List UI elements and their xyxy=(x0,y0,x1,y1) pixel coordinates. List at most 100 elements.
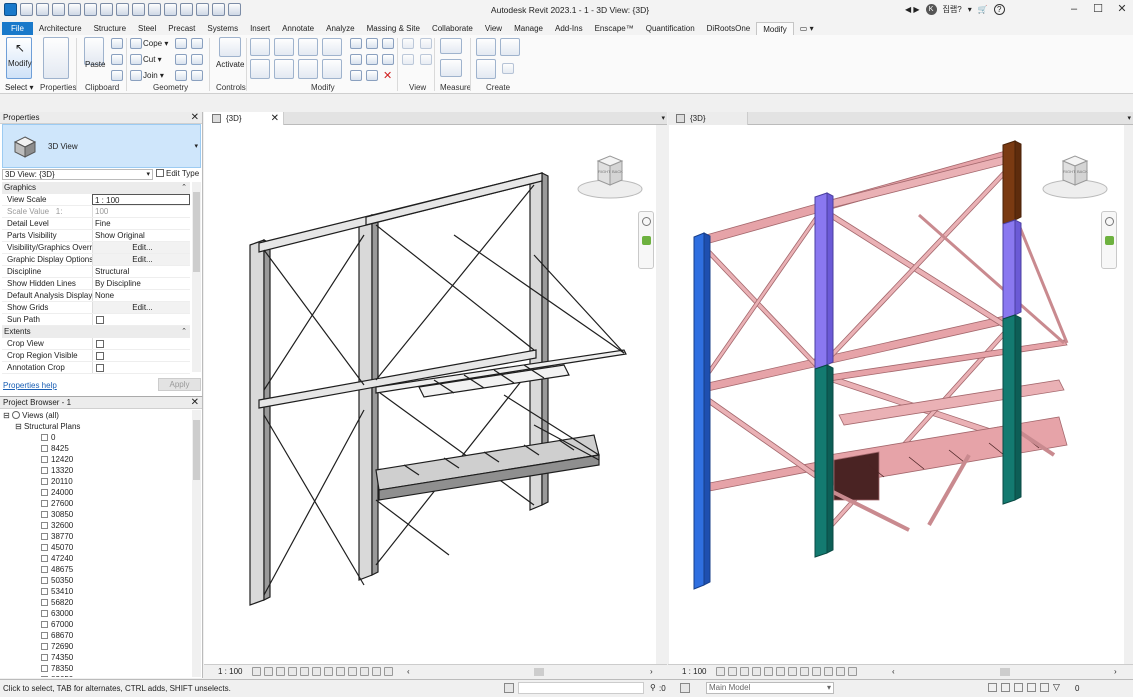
pin-icon[interactable] xyxy=(382,38,394,49)
render-icon[interactable] xyxy=(764,667,773,676)
cube-right-face[interactable]: RIGHT xyxy=(598,169,610,174)
offset-button[interactable] xyxy=(274,38,294,56)
tab-systems[interactable]: Systems xyxy=(201,22,244,35)
select-dropdown[interactable]: Select ▾ xyxy=(5,83,33,92)
zoom-icon[interactable] xyxy=(642,236,651,245)
thin-lines-icon[interactable] xyxy=(180,3,193,16)
properties-help-link[interactable]: Properties help xyxy=(3,381,57,390)
edit-type-button[interactable]: Edit Type xyxy=(156,169,199,178)
view-cube[interactable]: RIGHT BACK xyxy=(576,153,644,201)
tree-node-level[interactable]: 32600 xyxy=(0,520,192,531)
group-graphics[interactable]: Graphics ⌃ xyxy=(2,182,190,194)
analytical-icon[interactable] xyxy=(848,667,857,676)
chevron-down-icon[interactable]: ▾ xyxy=(968,5,972,14)
minimize-icon[interactable]: – xyxy=(1067,2,1081,16)
text-icon[interactable] xyxy=(132,3,145,16)
tree-node-level[interactable]: 83650 xyxy=(0,674,192,677)
crop-icon[interactable] xyxy=(776,667,785,676)
instance-selector[interactable]: 3D View: {3D} ▾ xyxy=(2,169,153,180)
select-pinned-icon[interactable] xyxy=(1014,683,1023,692)
properties-button[interactable] xyxy=(43,37,69,79)
tree-node-level[interactable]: 47240 xyxy=(0,553,192,564)
lock-view-icon[interactable] xyxy=(336,667,345,676)
geometry-tool-1-icon[interactable] xyxy=(175,38,187,49)
reveal-hidden-icon[interactable] xyxy=(824,667,833,676)
scroll-left-icon[interactable]: ‹ xyxy=(407,665,410,678)
viewport-left-vscroll[interactable] xyxy=(656,125,665,664)
cope-button[interactable]: Cope ▾ xyxy=(143,39,168,48)
tab-3d-left[interactable]: {3D} ✕ xyxy=(204,112,284,125)
create-assembly-icon[interactable] xyxy=(502,63,514,74)
array-icon[interactable] xyxy=(350,54,362,65)
detail-level-icon[interactable] xyxy=(716,667,725,676)
trim-icon[interactable] xyxy=(350,70,362,81)
tab-quantification[interactable]: Quantification xyxy=(640,22,701,35)
worksharing-icon[interactable] xyxy=(836,667,845,676)
rotate-button[interactable] xyxy=(298,59,318,79)
geometry-tool-5-icon[interactable] xyxy=(175,70,187,81)
view-scale-label[interactable]: 1 : 100 xyxy=(682,665,706,678)
tree-node-level[interactable]: 30850 xyxy=(0,509,192,520)
sync-icon[interactable] xyxy=(52,3,65,16)
join-button[interactable]: Join ▾ xyxy=(143,71,164,80)
worksharing-icon[interactable] xyxy=(372,667,381,676)
chevron-down-icon[interactable]: ▾ xyxy=(194,142,198,150)
temp-hide-icon[interactable] xyxy=(348,667,357,676)
select-underlay-icon[interactable] xyxy=(1001,683,1010,692)
visual-style-icon[interactable] xyxy=(264,667,273,676)
crop-region-checkbox[interactable] xyxy=(96,352,104,360)
filter-icon[interactable]: ▽ xyxy=(1053,683,1060,692)
measure-icon[interactable] xyxy=(116,3,129,16)
tab-enscape[interactable]: Enscape™ xyxy=(589,22,640,35)
shadows-icon[interactable] xyxy=(752,667,761,676)
select-links-icon[interactable] xyxy=(988,683,997,692)
hscroll-thumb[interactable] xyxy=(1000,668,1010,676)
create-similar-button[interactable] xyxy=(500,38,520,56)
steering-wheel-icon[interactable] xyxy=(642,217,651,226)
tab-massing-site[interactable]: Massing & Site xyxy=(361,22,426,35)
tab-view[interactable]: View xyxy=(479,22,508,35)
render-icon[interactable] xyxy=(300,667,309,676)
tab-architecture[interactable]: Architecture xyxy=(33,22,88,35)
copy-button[interactable] xyxy=(274,59,294,79)
cube-back-face[interactable]: BACK xyxy=(612,169,623,174)
trim-extend-button[interactable] xyxy=(322,59,342,79)
cart-icon[interactable]: 🛒 xyxy=(978,5,988,14)
close-icon[interactable]: ✕ xyxy=(191,397,199,409)
viewport-left[interactable]: RIGHT BACK xyxy=(204,125,656,664)
tab-dirootsone[interactable]: DiRootsOne xyxy=(701,22,757,35)
tree-node-level[interactable]: 72690 xyxy=(0,641,192,652)
delete-icon[interactable]: ✕ xyxy=(383,69,392,82)
maximize-icon[interactable]: ☐ xyxy=(1091,2,1105,16)
collapse-minus-icon[interactable]: ⊟ xyxy=(3,411,10,420)
tree-node-level[interactable]: 12420 xyxy=(0,454,192,465)
scroll-left-icon[interactable]: ‹ xyxy=(892,665,895,678)
context-toggle-icon[interactable]: ▭ ▾ xyxy=(794,22,820,35)
override-graphics-icon[interactable] xyxy=(402,38,414,49)
scroll-right-icon[interactable]: › xyxy=(650,665,653,678)
redo-icon[interactable] xyxy=(84,3,97,16)
tree-node-level[interactable]: 24000 xyxy=(0,487,192,498)
lock-view-icon[interactable] xyxy=(800,667,809,676)
tab-precast[interactable]: Precast xyxy=(162,22,201,35)
navigation-bar[interactable] xyxy=(638,211,654,269)
tab-manage[interactable]: Manage xyxy=(508,22,549,35)
tree-node-level[interactable]: 53410 xyxy=(0,586,192,597)
geometry-tool-3-icon[interactable] xyxy=(175,54,187,65)
close-icon[interactable]: ✕ xyxy=(1115,2,1129,16)
tree-node-level[interactable]: 13320 xyxy=(0,465,192,476)
collapse-minus-icon[interactable]: ⊟ xyxy=(15,422,22,431)
print-icon[interactable] xyxy=(100,3,113,16)
tree-node-level[interactable]: 8425 xyxy=(0,443,192,454)
cut-button[interactable]: Cut ▾ xyxy=(143,55,162,64)
measure-between-button[interactable] xyxy=(440,38,462,54)
tree-node-level[interactable]: 20110 xyxy=(0,476,192,487)
tree-node-level[interactable]: 27600 xyxy=(0,498,192,509)
tab-dropdown-icon[interactable]: ▾ xyxy=(1127,114,1131,122)
match-properties-icon[interactable] xyxy=(111,70,123,81)
visual-style-icon[interactable] xyxy=(728,667,737,676)
tab-annotate[interactable]: Annotate xyxy=(276,22,320,35)
select-by-face-icon[interactable] xyxy=(1027,683,1036,692)
mirror-draw-button[interactable] xyxy=(322,38,342,56)
crop-region-icon[interactable] xyxy=(788,667,797,676)
